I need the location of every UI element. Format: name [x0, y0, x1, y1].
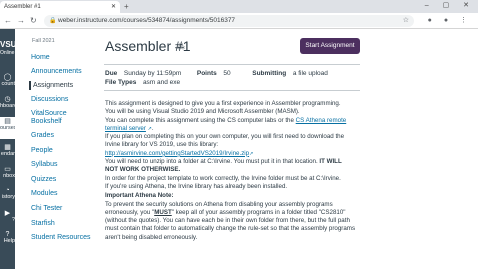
- assignment-content: Assembler #1 ⁂ Start Assignment Due Sund…: [97, 29, 478, 269]
- description-text: You can complete this assignment using t…: [105, 116, 347, 124]
- forward-icon[interactable]: →: [17, 15, 25, 27]
- window-controls[interactable]: – ▢ ✕: [425, 0, 475, 12]
- global-nav-help[interactable]: ? Help: [0, 231, 15, 244]
- due-label: Due: [105, 70, 118, 77]
- url-text: weber.instructure.com/courses/534874/ass…: [58, 17, 236, 24]
- inbox-icon: ▭: [4, 166, 11, 173]
- global-nav-dashboard[interactable]: ◷ hboard: [0, 95, 15, 109]
- course-nav: Fall 2021 Home Announcements Assignments…: [15, 29, 91, 269]
- global-nav-courses[interactable]: ▤ ourses: [0, 117, 15, 139]
- submitting-label: Submitting: [252, 70, 287, 77]
- external-link-icon: ↗: [249, 150, 254, 157]
- course-nav-discussions[interactable]: Discussions: [31, 95, 68, 104]
- description-text: erroneously, you "MUST" keep all of your…: [105, 208, 346, 216]
- close-icon[interactable]: ✕: [111, 1, 116, 13]
- user-icon: ◯: [3, 74, 12, 81]
- star-icon[interactable]: ☆: [403, 15, 409, 27]
- description-text: If you plan on completing this on your o…: [105, 133, 345, 141]
- studio-icon: ▶: [4, 210, 11, 217]
- global-nav-account[interactable]: ◯ count: [0, 73, 15, 87]
- browser-tabbar: Assembler #1 ✕ + – ▢ ✕: [0, 0, 478, 13]
- tab-title: Assembler #1: [4, 4, 41, 10]
- back-icon[interactable]: ←: [4, 15, 12, 27]
- dashboard-icon: ◷: [4, 96, 11, 103]
- divider: [104, 90, 360, 91]
- description-text: NOT WORK OTHERWISE.: [105, 166, 181, 174]
- course-nav-assignments[interactable]: Assignments: [29, 81, 73, 90]
- course-nav-starfish[interactable]: Starfish: [31, 219, 55, 228]
- extension-icons[interactable]: ● ● ⋮: [428, 15, 472, 27]
- calendar-icon: ▦: [4, 144, 11, 151]
- description-text: terminal server ↗.: [105, 124, 154, 132]
- term-label: Fall 2021: [32, 38, 55, 44]
- history-icon: ◔: [5, 187, 10, 194]
- filetypes-value: asm and exe: [142, 79, 181, 86]
- description-text: (without the quotes). You can have each …: [105, 217, 350, 225]
- course-nav-bookshelf[interactable]: Bookshelf: [31, 117, 62, 126]
- description-text: You will be using Visual Studio 2019 and…: [105, 108, 300, 116]
- global-nav-inbox[interactable]: ▭ nbox: [0, 165, 15, 179]
- divider: [104, 64, 360, 65]
- irvine-library-link[interactable]: http://asmirvine.com/gettingStartedVS201…: [105, 150, 249, 157]
- start-assignment-button[interactable]: Start Assignment: [300, 38, 360, 54]
- course-nav-grades[interactable]: Grades: [31, 131, 54, 140]
- course-nav-student-resources[interactable]: Student Resources: [31, 233, 91, 242]
- global-nav-studio[interactable]: ▶ ?: [0, 209, 15, 223]
- assignment-filetypes-row: File Types asm and exe: [105, 79, 180, 86]
- accessibility-icon[interactable]: ⁂: [177, 42, 185, 51]
- global-nav-calendar[interactable]: ▦ endar: [0, 143, 15, 157]
- terminal-server-link[interactable]: terminal server: [105, 125, 146, 132]
- logo[interactable]: VSU: [0, 40, 15, 49]
- description-text: To prevent the security solutions on Ath…: [105, 200, 333, 208]
- description-text: aren't being disabled erroneously.: [105, 233, 198, 241]
- global-nav-history[interactable]: ◔ istory: [0, 187, 15, 200]
- course-nav-quizzes[interactable]: Quizzes: [31, 175, 56, 184]
- filetypes-label: File Types: [105, 79, 137, 86]
- submitting-value: a file upload: [292, 70, 328, 77]
- help-icon: ?: [5, 231, 10, 238]
- course-nav-chi-tester[interactable]: Chi Tester: [31, 204, 62, 213]
- description-text: You will need to unzip into a folder at …: [105, 158, 342, 166]
- course-nav-people[interactable]: People: [31, 146, 53, 155]
- athena-remote-link[interactable]: CS Athena remote: [296, 117, 347, 124]
- browser-tab[interactable]: Assembler #1 ✕: [0, 1, 120, 13]
- url-field[interactable]: 🔒 weber.instructure.com/courses/534874/a…: [44, 15, 414, 27]
- course-nav-modules[interactable]: Modules: [31, 189, 57, 198]
- new-tab-icon[interactable]: +: [124, 1, 129, 12]
- description-text: If you're using Athena, the Irvine libra…: [105, 182, 288, 190]
- due-value: Sunday by 11:59pm: [123, 70, 182, 77]
- courses-icon: ▤: [4, 118, 11, 125]
- reload-icon[interactable]: ↻: [30, 15, 37, 27]
- section-heading: Important Athena Note:: [105, 192, 174, 200]
- logo-subtitle: Online: [0, 50, 15, 56]
- assignment-meta-row: Due Sunday by 11:59pm Points 50 Submitti…: [105, 70, 328, 77]
- points-label: Points: [196, 70, 217, 77]
- description-text: http://asmirvine.com/gettingStartedVS201…: [105, 150, 365, 158]
- description-text: Irvine library for VS 2019, use this lib…: [105, 141, 219, 149]
- assignment-description: This assignment is designed to give you …: [105, 100, 365, 242]
- course-nav-syllabus[interactable]: Syllabus: [31, 160, 57, 169]
- description-text: This assignment is designed to give you …: [105, 100, 341, 107]
- global-nav: VSU Online ◯ count ◷ hboard ▤ ourses ▦ e…: [0, 29, 15, 269]
- description-text: must contain that folder to automaticall…: [105, 225, 356, 233]
- address-bar: ← → ↻ 🔒 weber.instructure.com/courses/53…: [0, 13, 478, 29]
- course-nav-home[interactable]: Home: [31, 53, 50, 62]
- course-nav-announcements[interactable]: Announcements: [31, 67, 82, 76]
- points-value: 50: [223, 70, 231, 77]
- description-text: In order for the project template to wor…: [105, 174, 341, 182]
- lock-icon: 🔒: [49, 18, 57, 24]
